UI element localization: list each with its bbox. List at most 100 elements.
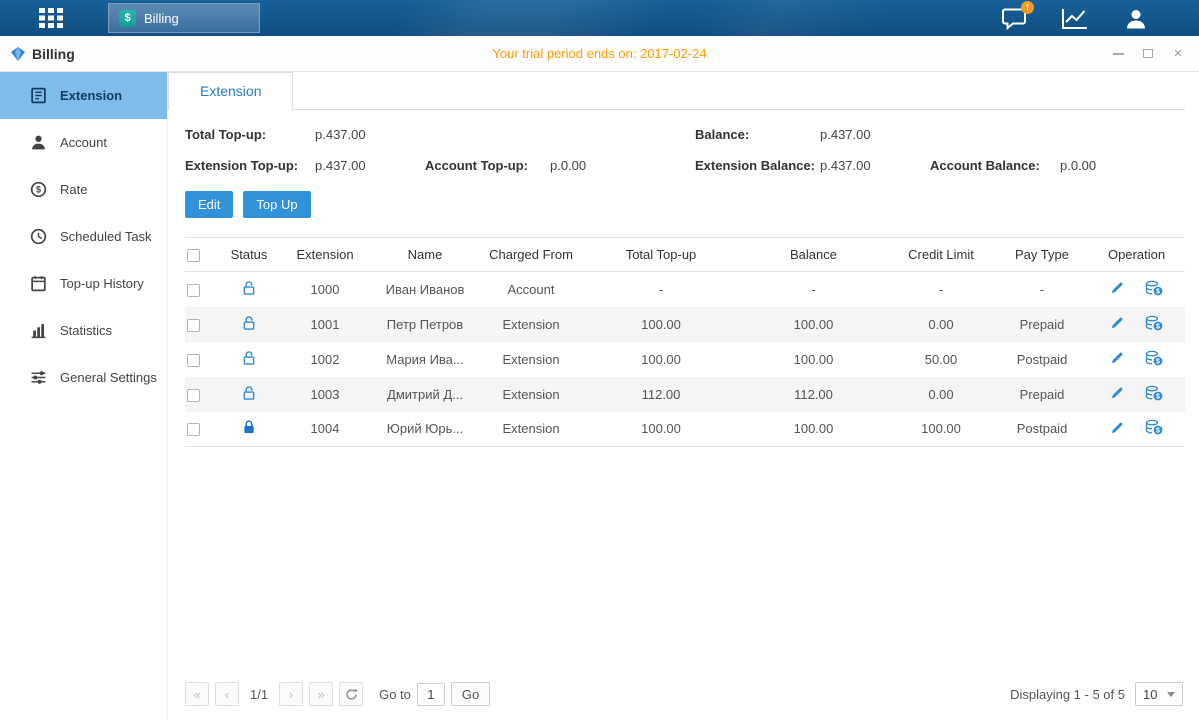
col-pay-type: Pay Type xyxy=(996,238,1088,272)
sidebar-item-statistics[interactable]: Statistics xyxy=(0,307,167,354)
row-checkbox[interactable] xyxy=(187,284,200,297)
operation-cell: $ xyxy=(1088,272,1185,307)
select-all-checkbox[interactable] xyxy=(187,249,200,262)
extension-table: Status Extension Name Charged From Total… xyxy=(185,237,1185,447)
top-up-coins-icon[interactable]: $ xyxy=(1145,385,1163,404)
prev-page-button[interactable]: ‹ xyxy=(215,682,239,706)
page-size-value: 10 xyxy=(1143,687,1157,702)
user-account-icon[interactable] xyxy=(1123,7,1149,30)
credit-limit-cell: - xyxy=(886,272,996,307)
dollar-circle-icon: $ xyxy=(30,181,47,198)
topbar-tab-billing[interactable]: $ Billing xyxy=(108,3,260,33)
svg-text:$: $ xyxy=(1156,428,1160,435)
reports-chart-icon[interactable] xyxy=(1061,7,1089,30)
sidebar-item-extension[interactable]: Extension xyxy=(0,72,167,119)
goto-page-input[interactable] xyxy=(417,683,445,706)
table-row[interactable]: 1002 Мария Ива... Extension 100.00 100.0… xyxy=(185,342,1185,377)
maximize-button[interactable] xyxy=(1141,47,1155,61)
sidebar: Extension Account $ Rate xyxy=(0,72,168,720)
col-operation: Operation xyxy=(1088,238,1185,272)
top-up-coins-icon[interactable]: $ xyxy=(1145,280,1163,299)
balance-cell: 112.00 xyxy=(741,377,886,412)
top-up-coins-icon[interactable]: $ xyxy=(1145,315,1163,334)
table-row[interactable]: 1004 Юрий Юрь... Extension 100.00 100.00… xyxy=(185,412,1185,447)
extension-cell: 1004 xyxy=(281,412,369,447)
minimize-button[interactable] xyxy=(1111,47,1125,61)
account-topup-value: p.0.00 xyxy=(550,158,695,173)
table-row[interactable]: 1000 Иван Иванов Account - - - - xyxy=(185,272,1185,307)
notifications-chat-icon[interactable]: ! xyxy=(1001,7,1027,30)
extension-topup-label: Extension Top-up: xyxy=(185,158,315,173)
table-row[interactable]: 1001 Петр Петров Extension 100.00 100.00… xyxy=(185,307,1185,342)
row-checkbox[interactable] xyxy=(187,319,200,332)
sidebar-item-general-settings[interactable]: General Settings xyxy=(0,354,167,401)
sidebar-item-topup-history[interactable]: Top-up History xyxy=(0,260,167,307)
apps-grid-icon[interactable] xyxy=(38,7,64,29)
pagination-summary: Displaying 1 - 5 of 5 10 xyxy=(1010,682,1183,706)
status-unlocked-icon xyxy=(242,315,256,334)
row-checkbox[interactable] xyxy=(187,423,200,436)
col-balance: Balance xyxy=(741,238,886,272)
credit-limit-cell: 0.00 xyxy=(886,307,996,342)
total-topup-cell: 100.00 xyxy=(581,412,741,447)
edit-pencil-icon[interactable] xyxy=(1110,315,1125,333)
tab-extension[interactable]: Extension xyxy=(168,72,293,110)
operation-cell: $ xyxy=(1088,307,1185,342)
notification-badge: ! xyxy=(1021,1,1034,14)
pagination-bar: « ‹ 1/1 › » Go to Go Displaying 1 - 5 of… xyxy=(168,682,1199,720)
edit-pencil-icon[interactable] xyxy=(1110,350,1125,368)
tab-strip: Extension xyxy=(168,72,1185,110)
balance-cell: 100.00 xyxy=(741,342,886,377)
total-topup-cell: 100.00 xyxy=(581,342,741,377)
row-checkbox[interactable] xyxy=(187,389,200,402)
topbar-tab-label: Billing xyxy=(144,11,179,26)
edit-pencil-icon[interactable] xyxy=(1110,280,1125,298)
table-row[interactable]: 1003 Дмитрий Д... Extension 112.00 112.0… xyxy=(185,377,1185,412)
first-page-button[interactable]: « xyxy=(185,682,209,706)
balance-value: p.437.00 xyxy=(820,127,930,142)
summary-panel: Total Top-up: p.437.00 Balance: p.437.00… xyxy=(185,127,1199,173)
col-total-topup: Total Top-up xyxy=(581,238,741,272)
pay-type-cell: Postpaid xyxy=(996,412,1088,447)
charged-from-cell: Extension xyxy=(481,342,581,377)
total-topup-cell: - xyxy=(581,272,741,307)
top-up-coins-icon[interactable]: $ xyxy=(1145,350,1163,369)
credit-limit-cell: 100.00 xyxy=(886,412,996,447)
operation-cell: $ xyxy=(1088,377,1185,412)
window-title: Billing xyxy=(32,46,75,62)
balance-cell: 100.00 xyxy=(741,307,886,342)
edit-pencil-icon[interactable] xyxy=(1110,420,1125,438)
edit-pencil-icon[interactable] xyxy=(1110,385,1125,403)
clock-icon xyxy=(30,228,47,245)
account-topup-label: Account Top-up: xyxy=(425,158,550,173)
billing-logo-icon xyxy=(10,46,26,62)
calendar-icon xyxy=(30,275,47,292)
sidebar-item-rate[interactable]: $ Rate xyxy=(0,166,167,213)
status-unlocked-icon xyxy=(242,280,256,299)
next-page-button[interactable]: › xyxy=(279,682,303,706)
top-up-button[interactable]: Top Up xyxy=(243,191,310,218)
close-button[interactable]: × xyxy=(1171,47,1185,61)
status-cell xyxy=(217,342,281,377)
sidebar-item-label: Scheduled Task xyxy=(60,229,152,244)
col-name: Name xyxy=(369,238,481,272)
col-charged-from: Charged From xyxy=(481,238,581,272)
pay-type-cell: - xyxy=(996,272,1088,307)
account-balance-value: p.0.00 xyxy=(1060,158,1199,173)
extension-table-body: 1000 Иван Иванов Account - - - - xyxy=(185,272,1185,447)
sidebar-item-account[interactable]: Account xyxy=(0,119,167,166)
dollar-badge-icon: $ xyxy=(119,10,136,27)
svg-text:$: $ xyxy=(1156,358,1160,365)
page-size-select[interactable]: 10 xyxy=(1135,682,1183,706)
svg-text:$: $ xyxy=(1156,323,1160,330)
last-page-button[interactable]: » xyxy=(309,682,333,706)
refresh-button[interactable] xyxy=(339,682,363,706)
top-up-coins-icon[interactable]: $ xyxy=(1145,419,1163,438)
row-checkbox[interactable] xyxy=(187,354,200,367)
sidebar-item-scheduled-task[interactable]: Scheduled Task xyxy=(0,213,167,260)
topbar: $ Billing ! xyxy=(0,0,1199,36)
window-controls: × xyxy=(1111,47,1185,61)
go-button[interactable]: Go xyxy=(451,682,490,706)
status-unlocked-icon xyxy=(242,385,256,404)
edit-button[interactable]: Edit xyxy=(185,191,233,218)
